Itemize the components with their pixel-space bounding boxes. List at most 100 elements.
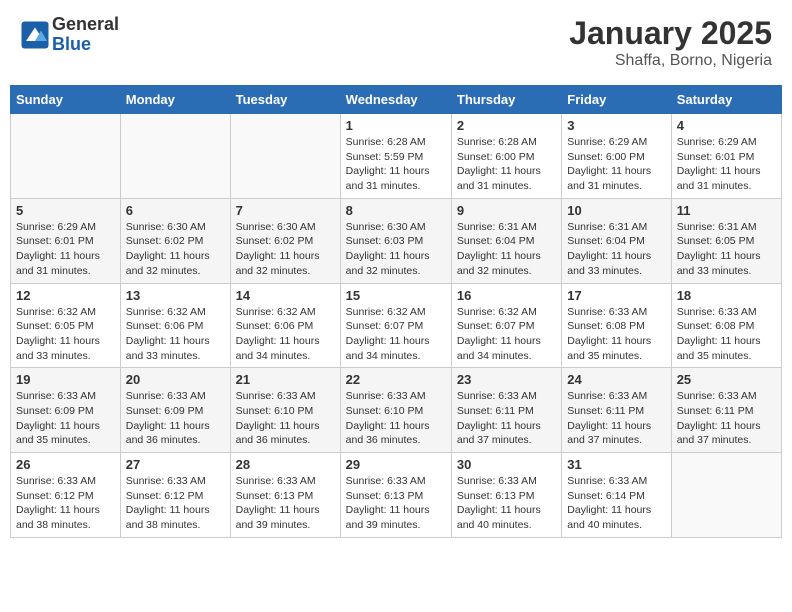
day-cell: 25Sunrise: 6:33 AM Sunset: 6:11 PM Dayli… <box>671 368 781 453</box>
day-cell <box>11 114 121 199</box>
day-number: 23 <box>457 372 556 387</box>
day-cell: 24 Sunrise: 6:33 AM Sunset: 6:11 PM Dayli… <box>562 368 671 453</box>
day-number: 4 <box>677 118 776 133</box>
day-number: 28 <box>236 457 335 472</box>
day-info: Sunrise: 6:33 AM Sunset: 6:12 PM Dayligh… <box>126 474 225 533</box>
day-number: 12 <box>16 288 115 303</box>
day-cell: 7Sunrise: 6:30 AM Sunset: 6:02 PM Daylig… <box>230 198 340 283</box>
calendar-title: January 2025 <box>569 15 772 52</box>
day-number: 27 <box>126 457 225 472</box>
day-info: Sunrise: 6:32 AM Sunset: 6:07 PM Dayligh… <box>457 305 556 364</box>
day-info: Sunrise: 6:33 AM Sunset: 6:11 PM Dayligh… <box>457 389 556 448</box>
day-cell: 22 Sunrise: 6:33 AM Sunset: 6:10 PM Dayli… <box>340 368 451 453</box>
day-number: 20 <box>126 372 225 387</box>
day-number: 22 <box>346 372 446 387</box>
day-number: 6 <box>126 203 225 218</box>
day-info: Sunrise: 6:33 AM Sunset: 6:14 PM Dayligh… <box>567 474 665 533</box>
day-info: Sunrise: 6:33 AM Sunset: 6:11 PM Dayligh… <box>567 389 665 448</box>
title-block: January 2025 Shaffa, Borno, Nigeria <box>569 15 772 70</box>
week-row-2: 5Sunrise: 6:29 AM Sunset: 6:01 PM Daylig… <box>11 198 782 283</box>
day-cell: 1 Sunrise: 6:28 AM Sunset: 5:59 PM Daylig… <box>340 114 451 199</box>
day-number: 31 <box>567 457 665 472</box>
logo: General Blue <box>20 15 119 55</box>
day-number: 17 <box>567 288 665 303</box>
day-cell: 8 Sunrise: 6:30 AM Sunset: 6:03 PM Daylig… <box>340 198 451 283</box>
day-cell: 10 Sunrise: 6:31 AM Sunset: 6:04 PM Dayli… <box>562 198 671 283</box>
day-cell: 2Sunrise: 6:28 AM Sunset: 6:00 PM Daylig… <box>451 114 561 199</box>
day-cell: 26 Sunrise: 6:33 AM Sunset: 6:12 PM Dayli… <box>11 453 121 538</box>
day-info: Sunrise: 6:31 AM Sunset: 6:05 PM Dayligh… <box>677 220 776 279</box>
logo-icon <box>20 20 50 50</box>
day-number: 15 <box>346 288 446 303</box>
day-info: Sunrise: 6:31 AM Sunset: 6:04 PM Dayligh… <box>567 220 665 279</box>
day-cell: 15Sunrise: 6:32 AM Sunset: 6:07 PM Dayli… <box>340 283 451 368</box>
day-info: Sunrise: 6:30 AM Sunset: 6:02 PM Dayligh… <box>236 220 335 279</box>
column-header-saturday: Saturday <box>671 86 781 114</box>
day-info: Sunrise: 6:32 AM Sunset: 6:06 PM Dayligh… <box>126 305 225 364</box>
day-cell: 21 Sunrise: 6:33 AM Sunset: 6:10 PM Dayli… <box>230 368 340 453</box>
column-header-monday: Monday <box>120 86 230 114</box>
day-info: Sunrise: 6:30 AM Sunset: 6:03 PM Dayligh… <box>346 220 446 279</box>
calendar-table: SundayMondayTuesdayWednesdayThursdayFrid… <box>10 85 782 538</box>
day-info: Sunrise: 6:33 AM Sunset: 6:10 PM Dayligh… <box>236 389 335 448</box>
day-info: Sunrise: 6:33 AM Sunset: 6:12 PM Dayligh… <box>16 474 115 533</box>
day-info: Sunrise: 6:33 AM Sunset: 6:09 PM Dayligh… <box>16 389 115 448</box>
day-cell: 31 Sunrise: 6:33 AM Sunset: 6:14 PM Dayli… <box>562 453 671 538</box>
day-number: 24 <box>567 372 665 387</box>
day-cell: 3Sunrise: 6:29 AM Sunset: 6:00 PM Daylig… <box>562 114 671 199</box>
day-cell <box>671 453 781 538</box>
day-cell: 20 Sunrise: 6:33 AM Sunset: 6:09 PM Dayli… <box>120 368 230 453</box>
column-header-wednesday: Wednesday <box>340 86 451 114</box>
day-cell: 12Sunrise: 6:32 AM Sunset: 6:05 PM Dayli… <box>11 283 121 368</box>
day-number: 16 <box>457 288 556 303</box>
day-info: Sunrise: 6:29 AM Sunset: 6:01 PM Dayligh… <box>677 135 776 194</box>
day-info: Sunrise: 6:33 AM Sunset: 6:10 PM Dayligh… <box>346 389 446 448</box>
day-number: 1 <box>346 118 446 133</box>
day-number: 11 <box>677 203 776 218</box>
day-cell: 16 Sunrise: 6:32 AM Sunset: 6:07 PM Dayli… <box>451 283 561 368</box>
day-cell: 5Sunrise: 6:29 AM Sunset: 6:01 PM Daylig… <box>11 198 121 283</box>
column-header-sunday: Sunday <box>11 86 121 114</box>
day-number: 29 <box>346 457 446 472</box>
day-number: 25 <box>677 372 776 387</box>
column-header-friday: Friday <box>562 86 671 114</box>
day-cell: 30 Sunrise: 6:33 AM Sunset: 6:13 PM Dayli… <box>451 453 561 538</box>
day-info: Sunrise: 6:33 AM Sunset: 6:13 PM Dayligh… <box>236 474 335 533</box>
day-cell: 18Sunrise: 6:33 AM Sunset: 6:08 PM Dayli… <box>671 283 781 368</box>
column-header-thursday: Thursday <box>451 86 561 114</box>
day-info: Sunrise: 6:29 AM Sunset: 6:01 PM Dayligh… <box>16 220 115 279</box>
header-row: SundayMondayTuesdayWednesdayThursdayFrid… <box>11 86 782 114</box>
day-number: 14 <box>236 288 335 303</box>
day-info: Sunrise: 6:33 AM Sunset: 6:13 PM Dayligh… <box>346 474 446 533</box>
logo-blue-text: Blue <box>52 35 119 55</box>
column-header-tuesday: Tuesday <box>230 86 340 114</box>
day-cell: 17Sunrise: 6:33 AM Sunset: 6:08 PM Dayli… <box>562 283 671 368</box>
day-cell: 6Sunrise: 6:30 AM Sunset: 6:02 PM Daylig… <box>120 198 230 283</box>
day-info: Sunrise: 6:28 AM Sunset: 6:00 PM Dayligh… <box>457 135 556 194</box>
day-number: 26 <box>16 457 115 472</box>
week-row-1: 1 Sunrise: 6:28 AM Sunset: 5:59 PM Daylig… <box>11 114 782 199</box>
day-cell: 13 Sunrise: 6:32 AM Sunset: 6:06 PM Dayli… <box>120 283 230 368</box>
day-cell: 9 Sunrise: 6:31 AM Sunset: 6:04 PM Daylig… <box>451 198 561 283</box>
day-number: 10 <box>567 203 665 218</box>
week-row-4: 19Sunrise: 6:33 AM Sunset: 6:09 PM Dayli… <box>11 368 782 453</box>
day-cell <box>230 114 340 199</box>
day-cell: 23 Sunrise: 6:33 AM Sunset: 6:11 PM Dayli… <box>451 368 561 453</box>
day-number: 30 <box>457 457 556 472</box>
day-info: Sunrise: 6:31 AM Sunset: 6:04 PM Dayligh… <box>457 220 556 279</box>
day-info: Sunrise: 6:33 AM Sunset: 6:09 PM Dayligh… <box>126 389 225 448</box>
day-number: 13 <box>126 288 225 303</box>
day-number: 21 <box>236 372 335 387</box>
day-info: Sunrise: 6:28 AM Sunset: 5:59 PM Dayligh… <box>346 135 446 194</box>
day-info: Sunrise: 6:33 AM Sunset: 6:13 PM Dayligh… <box>457 474 556 533</box>
week-row-3: 12Sunrise: 6:32 AM Sunset: 6:05 PM Dayli… <box>11 283 782 368</box>
day-number: 8 <box>346 203 446 218</box>
day-cell <box>120 114 230 199</box>
page-header: General Blue January 2025 Shaffa, Borno,… <box>10 10 782 75</box>
day-cell: 4 Sunrise: 6:29 AM Sunset: 6:01 PM Daylig… <box>671 114 781 199</box>
day-info: Sunrise: 6:33 AM Sunset: 6:08 PM Dayligh… <box>677 305 776 364</box>
day-number: 9 <box>457 203 556 218</box>
day-cell: 28 Sunrise: 6:33 AM Sunset: 6:13 PM Dayli… <box>230 453 340 538</box>
day-info: Sunrise: 6:29 AM Sunset: 6:00 PM Dayligh… <box>567 135 665 194</box>
day-cell: 19Sunrise: 6:33 AM Sunset: 6:09 PM Dayli… <box>11 368 121 453</box>
